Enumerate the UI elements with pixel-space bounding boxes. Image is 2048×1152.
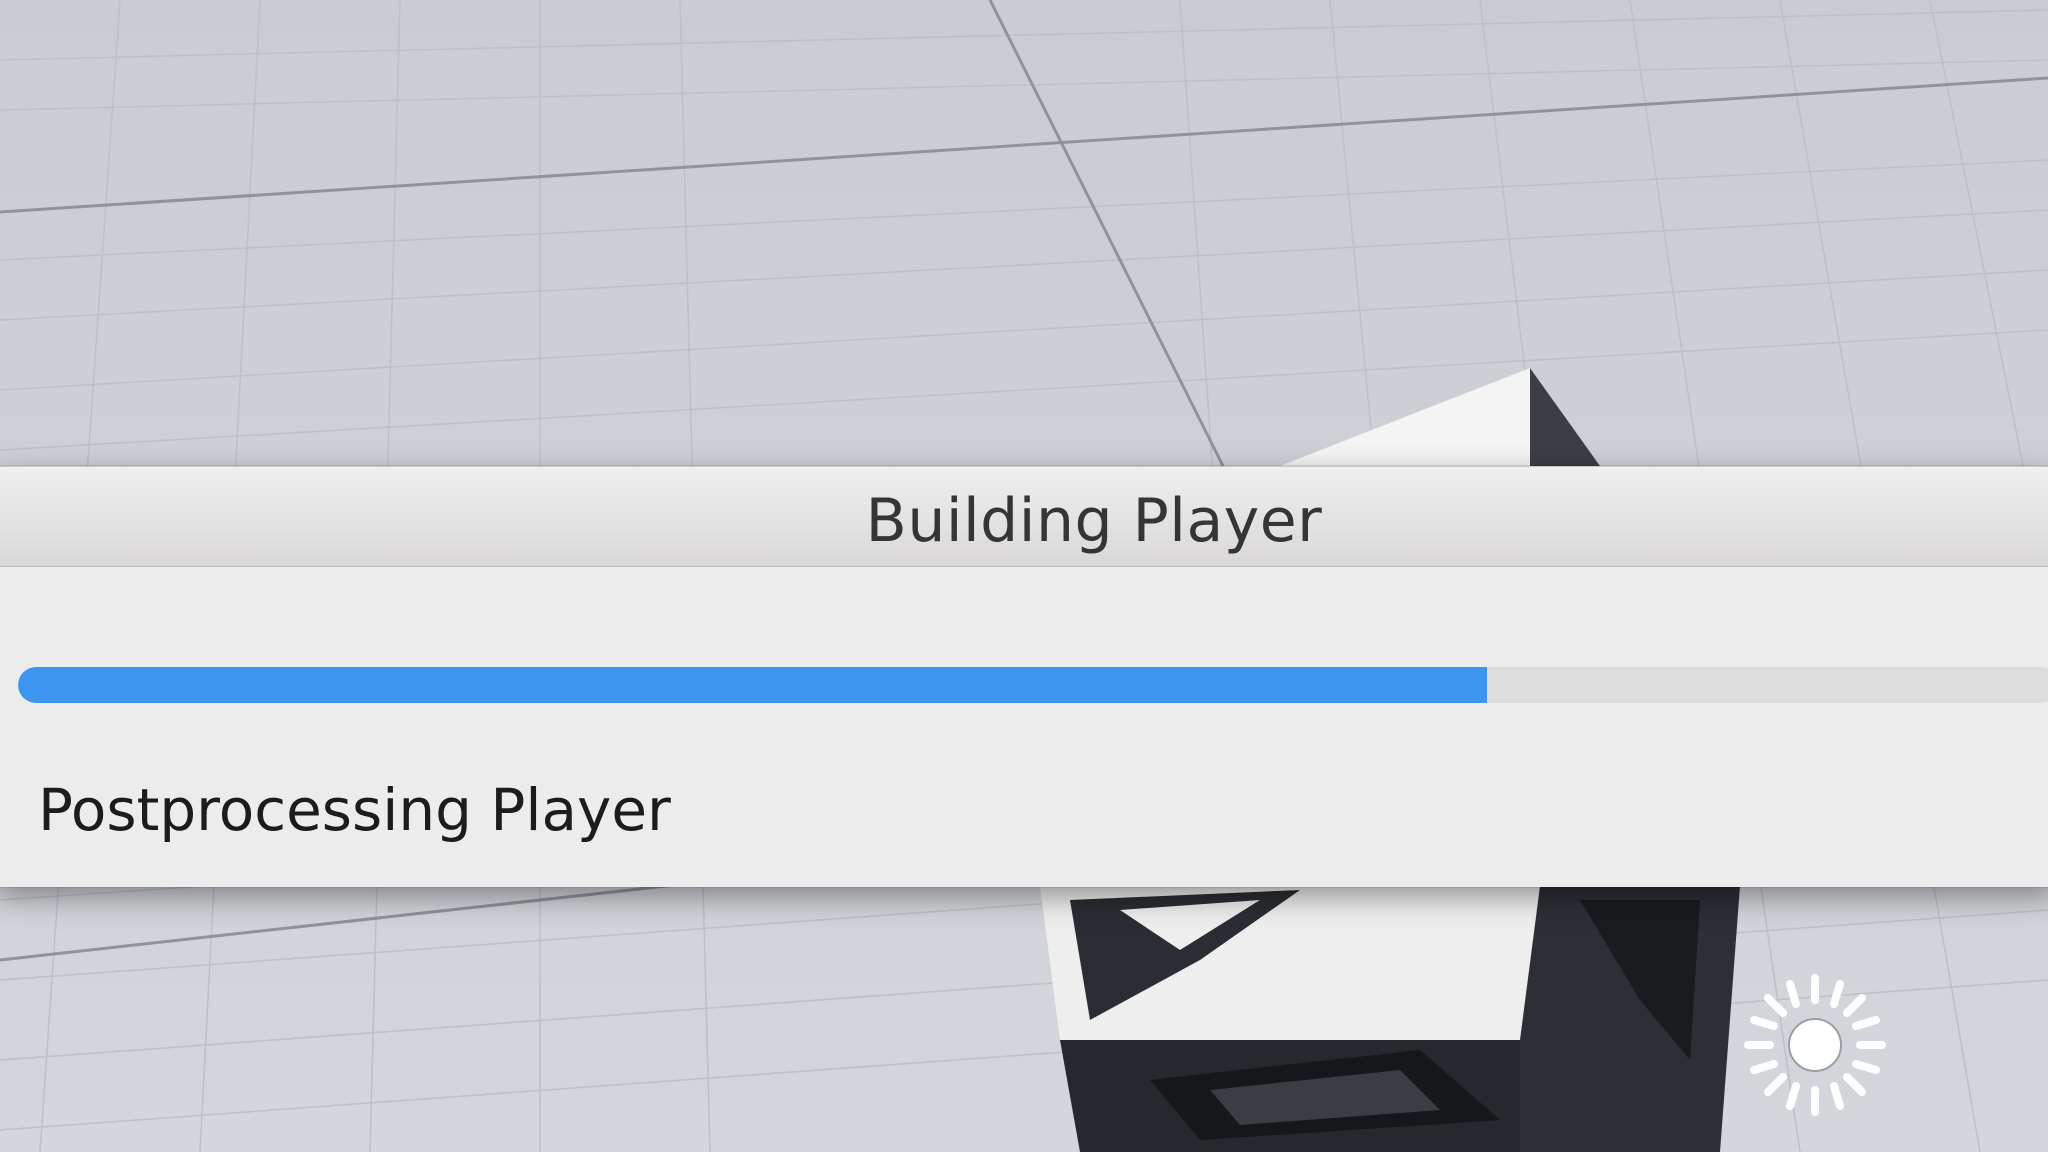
progress-bar bbox=[18, 667, 2048, 703]
sun-light-icon[interactable] bbox=[1740, 970, 1890, 1120]
dialog-titlebar: Building Player bbox=[0, 467, 2048, 567]
progress-bar-fill bbox=[18, 667, 1487, 703]
dialog-title: Building Player bbox=[865, 486, 1323, 556]
build-progress-dialog: Building Player Postprocessing Player bbox=[0, 466, 2048, 887]
progress-status-text: Postprocessing Player bbox=[38, 776, 671, 844]
